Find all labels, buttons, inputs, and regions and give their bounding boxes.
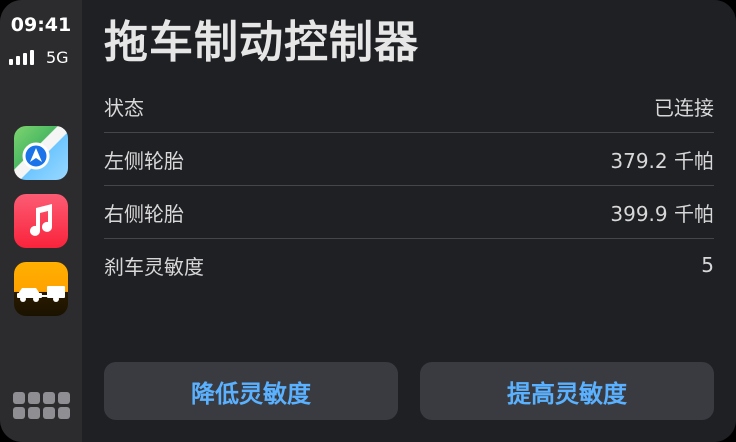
row-value: 379.2 千帕 [610, 148, 714, 173]
carplay-screen: 09:41 5G 拖车制动控制器 状态 已连接 左侧轮胎 379.2 千帕 右侧… [0, 0, 736, 442]
row-label: 右侧轮胎 [104, 201, 184, 226]
tow-app-icon[interactable] [14, 262, 68, 316]
row-value: 5 [701, 253, 714, 277]
music-app-icon[interactable] [14, 194, 68, 248]
status-time: 09:41 [10, 14, 72, 36]
signal-strength-icon [9, 43, 34, 65]
carplay-sidebar: 09:41 5G [0, 0, 82, 442]
info-list: 状态 已连接 左侧轮胎 379.2 千帕 右侧轮胎 399.9 千帕 刹车灵敏度… [104, 80, 714, 291]
left-tire-row: 左侧轮胎 379.2 千帕 [104, 133, 714, 186]
app-grid-button[interactable] [13, 392, 71, 420]
row-label: 刹车灵敏度 [104, 254, 204, 279]
trailer-brake-panel: 拖车制动控制器 状态 已连接 左侧轮胎 379.2 千帕 右侧轮胎 399.9 … [82, 0, 736, 442]
increase-sensitivity-button[interactable]: 提高灵敏度 [420, 362, 714, 420]
right-tire-row: 右侧轮胎 399.9 千帕 [104, 186, 714, 239]
row-value: 399.9 千帕 [610, 201, 714, 226]
page-title: 拖车制动控制器 [104, 17, 419, 68]
maps-app-icon[interactable] [14, 126, 68, 180]
status-row: 状态 已连接 [104, 80, 714, 133]
row-label: 左侧轮胎 [104, 148, 184, 173]
brake-sensitivity-row: 刹车灵敏度 5 [104, 239, 714, 291]
row-value: 已连接 [654, 95, 714, 120]
decrease-sensitivity-button[interactable]: 降低灵敏度 [104, 362, 398, 420]
row-label: 状态 [104, 95, 144, 120]
network-type: 5G [46, 48, 69, 67]
